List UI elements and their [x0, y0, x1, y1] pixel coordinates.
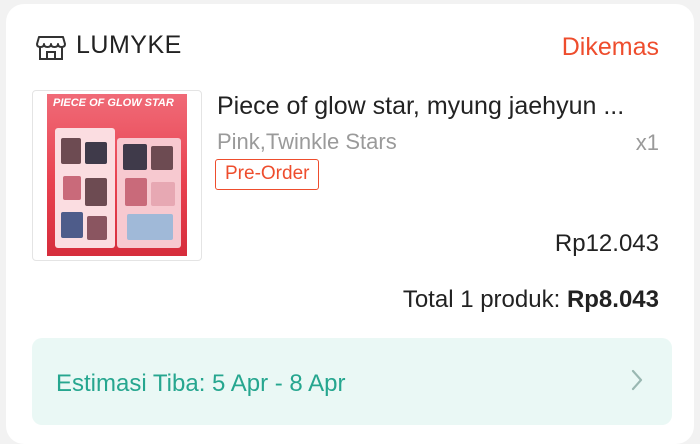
thumbnail-sticker-sheet — [55, 128, 115, 248]
order-total: Total 1 produk: Rp8.043 — [403, 286, 659, 314]
total-value: Rp8.043 — [566, 286, 659, 313]
store-icon — [36, 36, 66, 60]
shop-name[interactable]: LUMYKE — [76, 31, 182, 60]
chevron-right-icon — [631, 369, 643, 391]
product-name[interactable]: Piece of glow star, myung jaehyun ... — [217, 92, 624, 121]
thumbnail-title: PIECE OF GLOW STAR — [53, 97, 174, 109]
product-price: Rp12.043 — [554, 230, 659, 257]
product-image: PIECE OF GLOW STAR — [47, 94, 187, 256]
delivery-estimate-row[interactable]: Estimasi Tiba: 5 Apr - 8 Apr — [32, 338, 672, 425]
total-label: Total 1 produk: — [402, 286, 567, 313]
order-card[interactable]: LUMYKE Dikemas PIECE OF GLOW STAR Piece … — [6, 4, 694, 444]
product-quantity: x1 — [635, 130, 659, 155]
thumbnail-sticker-sheet — [117, 138, 181, 248]
preorder-badge: Pre-Order — [215, 159, 320, 190]
product-thumbnail[interactable]: PIECE OF GLOW STAR — [32, 90, 202, 261]
order-status: Dikemas — [561, 33, 659, 61]
product-variant: Pink,Twinkle Stars — [217, 129, 397, 154]
delivery-estimate: Estimasi Tiba: 5 Apr - 8 Apr — [56, 370, 346, 397]
